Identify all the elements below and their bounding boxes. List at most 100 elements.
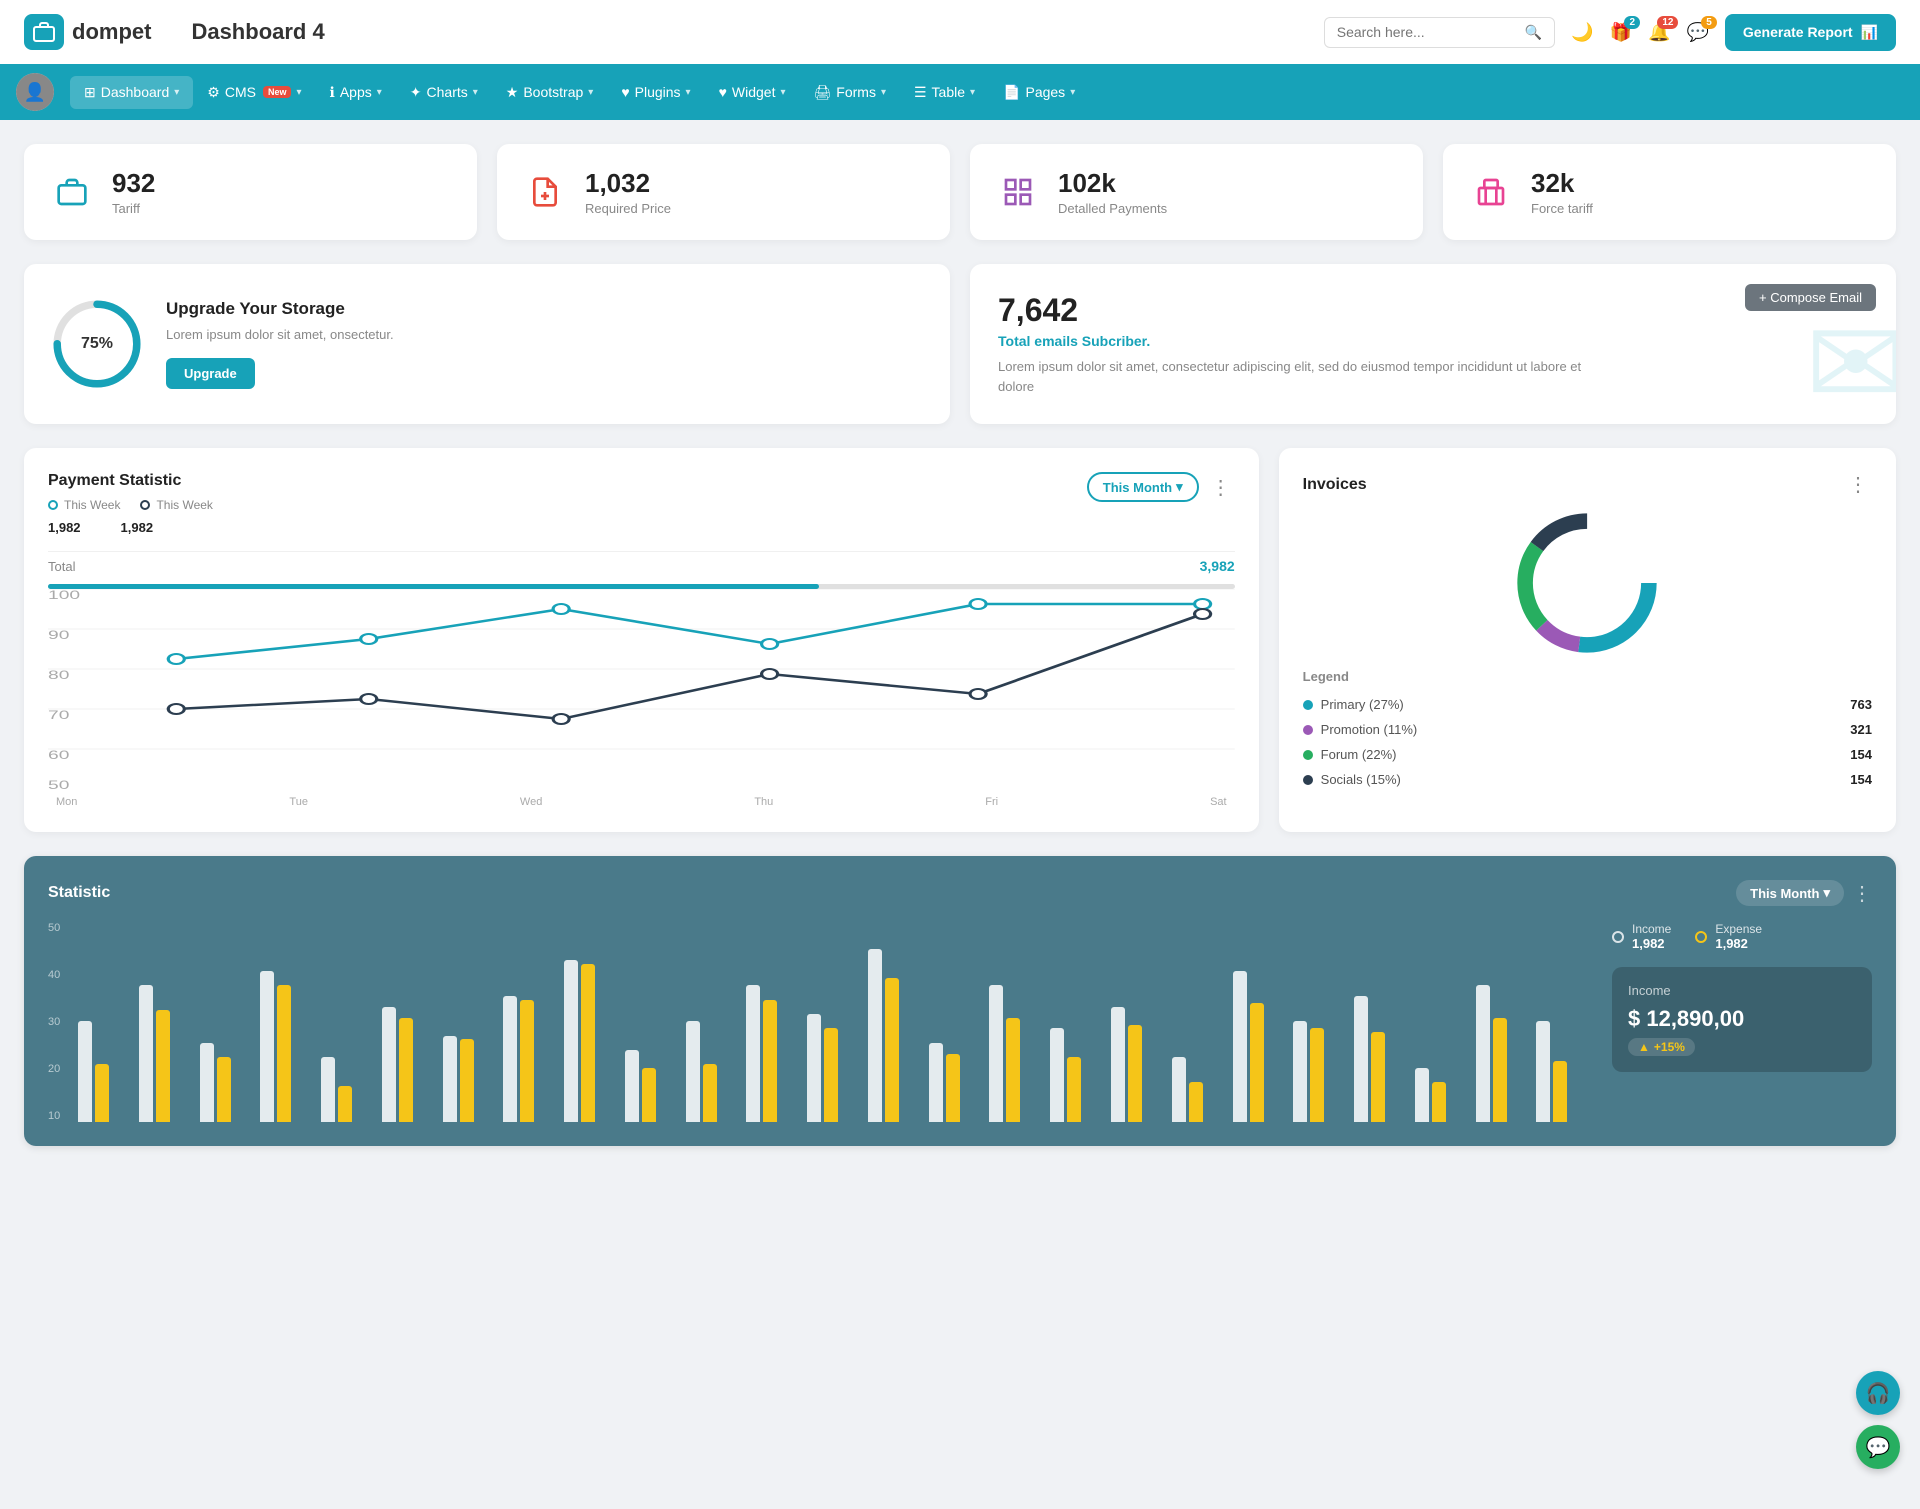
bar-group — [139, 985, 195, 1122]
x-label-tue: Tue — [289, 796, 308, 808]
x-label-mon: Mon — [56, 796, 77, 808]
email-count: 7,642 — [998, 292, 1868, 329]
chevron-down-icon: ▾ — [780, 87, 785, 98]
gift-icon[interactable]: 🎁 2 — [1610, 22, 1632, 43]
promotion-label: Promotion (11%) — [1321, 722, 1418, 737]
bar-white — [503, 996, 517, 1122]
bar-group — [78, 1021, 134, 1122]
income-value: 1,982 — [1632, 936, 1671, 951]
income-dot — [1612, 931, 1624, 943]
avatar: 👤 — [16, 73, 54, 111]
storage-description: Lorem ipsum dolor sit amet, onsectetur. — [166, 327, 394, 342]
chevron-down-icon: ▾ — [686, 87, 691, 98]
this-month-button[interactable]: This Month ▾ — [1087, 472, 1199, 502]
statistic-card: Statistic This Month ▾ ⋮ 50 40 30 — [24, 856, 1896, 1146]
svg-text:80: 80 — [48, 669, 69, 682]
bar-group — [1476, 985, 1532, 1122]
nav-item-apps[interactable]: ℹ Apps ▾ — [316, 76, 396, 109]
mail-icon: ✉ — [1805, 295, 1896, 424]
storage-card: 75% Upgrade Your Storage Lorem ipsum dol… — [24, 264, 950, 424]
bar-white — [1172, 1057, 1186, 1122]
email-subtitle: Total emails Subcriber. — [998, 333, 1868, 349]
expense-label: Expense — [1715, 922, 1762, 936]
bell-icon[interactable]: 🔔 12 — [1648, 22, 1670, 43]
bar-group — [686, 1021, 742, 1122]
bar-group — [1354, 996, 1410, 1122]
income-legend-info: Income 1,982 — [1632, 922, 1671, 951]
nav-label-pages: Pages — [1025, 84, 1065, 100]
stat-card-detailed-payments: 102k Detalled Payments — [970, 144, 1423, 240]
nav-item-cms[interactable]: ⚙ CMS New ▾ — [193, 76, 315, 109]
bar-yellow — [642, 1068, 656, 1122]
total-row: Total 3,982 — [48, 551, 1235, 580]
nav-item-bootstrap[interactable]: ★ Bootstrap ▾ — [492, 76, 608, 109]
nav-item-pages[interactable]: 📄 Pages ▾ — [989, 76, 1089, 109]
forum-dot — [1303, 750, 1313, 760]
legend-dot-dark — [140, 500, 150, 510]
bar-yellow — [1006, 1018, 1020, 1122]
bar-yellow — [1128, 1025, 1142, 1122]
y-label-20: 20 — [48, 1063, 60, 1075]
forum-value: 154 — [1850, 747, 1872, 762]
income-box-title: Income — [1628, 983, 1856, 998]
statistic-title: Statistic — [48, 884, 110, 902]
chevron-down-icon: ▾ — [881, 87, 886, 98]
support-button[interactable]: 🎧 — [1856, 1371, 1900, 1415]
bar-group — [625, 1050, 681, 1122]
bar-yellow — [885, 978, 899, 1122]
stat-more-button[interactable]: ⋮ — [1852, 881, 1872, 906]
chat-badge: 5 — [1701, 16, 1717, 29]
primary-label: Primary (27%) — [1321, 697, 1404, 712]
invoices-donut-chart — [1303, 513, 1872, 653]
bar-group — [746, 985, 802, 1122]
navbar: 👤 ⊞ Dashboard ▾ ⚙ CMS New ▾ ℹ Apps ▾ ✦ C… — [0, 64, 1920, 120]
stat-month-button[interactable]: This Month ▾ — [1736, 880, 1844, 906]
bar-yellow — [217, 1057, 231, 1122]
header: dompet Dashboard 4 🔍 🌙 🎁 2 🔔 12 💬 5 Gene… — [0, 0, 1920, 64]
svg-text:70: 70 — [48, 709, 69, 722]
bootstrap-icon: ★ — [506, 84, 519, 101]
nav-label-cms: CMS — [225, 84, 256, 100]
svg-text:50: 50 — [48, 779, 69, 789]
charts-icon: ✦ — [410, 84, 422, 101]
moon-icon[interactable]: 🌙 — [1571, 22, 1593, 43]
payment-title: Payment Statistic — [48, 472, 213, 490]
bar-white — [1536, 1021, 1550, 1122]
search-input[interactable] — [1337, 24, 1517, 40]
upgrade-button[interactable]: Upgrade — [166, 358, 255, 389]
bar-white — [1415, 1068, 1429, 1122]
payment-left: Payment Statistic This Week This Week 1,… — [48, 472, 213, 535]
chat-icon[interactable]: 💬 5 — [1686, 22, 1708, 43]
chat-button[interactable]: 💬 — [1856, 1425, 1900, 1469]
invoices-more-button[interactable]: ⋮ — [1844, 472, 1872, 497]
table-icon: ☰ — [914, 84, 927, 101]
more-options-button[interactable]: ⋮ — [1207, 475, 1235, 500]
svg-text:90: 90 — [48, 629, 69, 642]
bar-white — [807, 1014, 821, 1122]
page-title: Dashboard 4 — [191, 19, 324, 45]
y-label-10: 10 — [48, 1110, 60, 1122]
bell-badge: 12 — [1657, 16, 1678, 29]
socials-value: 154 — [1850, 772, 1872, 787]
bar-yellow — [946, 1054, 960, 1122]
bar-white — [1354, 996, 1368, 1122]
nav-label-forms: Forms — [836, 84, 876, 100]
stat-info-tariff: 932 Tariff — [112, 168, 155, 216]
nav-item-table[interactable]: ☰ Table ▾ — [900, 76, 989, 109]
nav-item-plugins[interactable]: ♥ Plugins ▾ — [607, 76, 704, 108]
nav-item-widget[interactable]: ♥ Widget ▾ — [705, 76, 800, 108]
legend-val-1: 1,982 — [48, 520, 81, 535]
nav-item-charts[interactable]: ✦ Charts ▾ — [396, 76, 492, 109]
chevron-down-icon: ▾ — [174, 87, 179, 98]
bar-yellow — [1432, 1082, 1446, 1122]
bar-yellow — [1250, 1003, 1264, 1122]
search-box: 🔍 — [1324, 17, 1555, 48]
expense-dot — [1695, 931, 1707, 943]
nav-item-forms[interactable]: 🖨 Forms ▾ — [800, 76, 900, 109]
socials-label: Socials (15%) — [1321, 772, 1401, 787]
total-value: 3,982 — [1200, 558, 1235, 574]
nav-item-dashboard[interactable]: ⊞ Dashboard ▾ — [70, 76, 193, 109]
forum-label: Forum (22%) — [1321, 747, 1397, 762]
generate-report-button[interactable]: Generate Report 📊 — [1725, 14, 1896, 51]
invoice-legend: Legend Primary (27%) 763 Promotion (11%)… — [1303, 669, 1872, 792]
